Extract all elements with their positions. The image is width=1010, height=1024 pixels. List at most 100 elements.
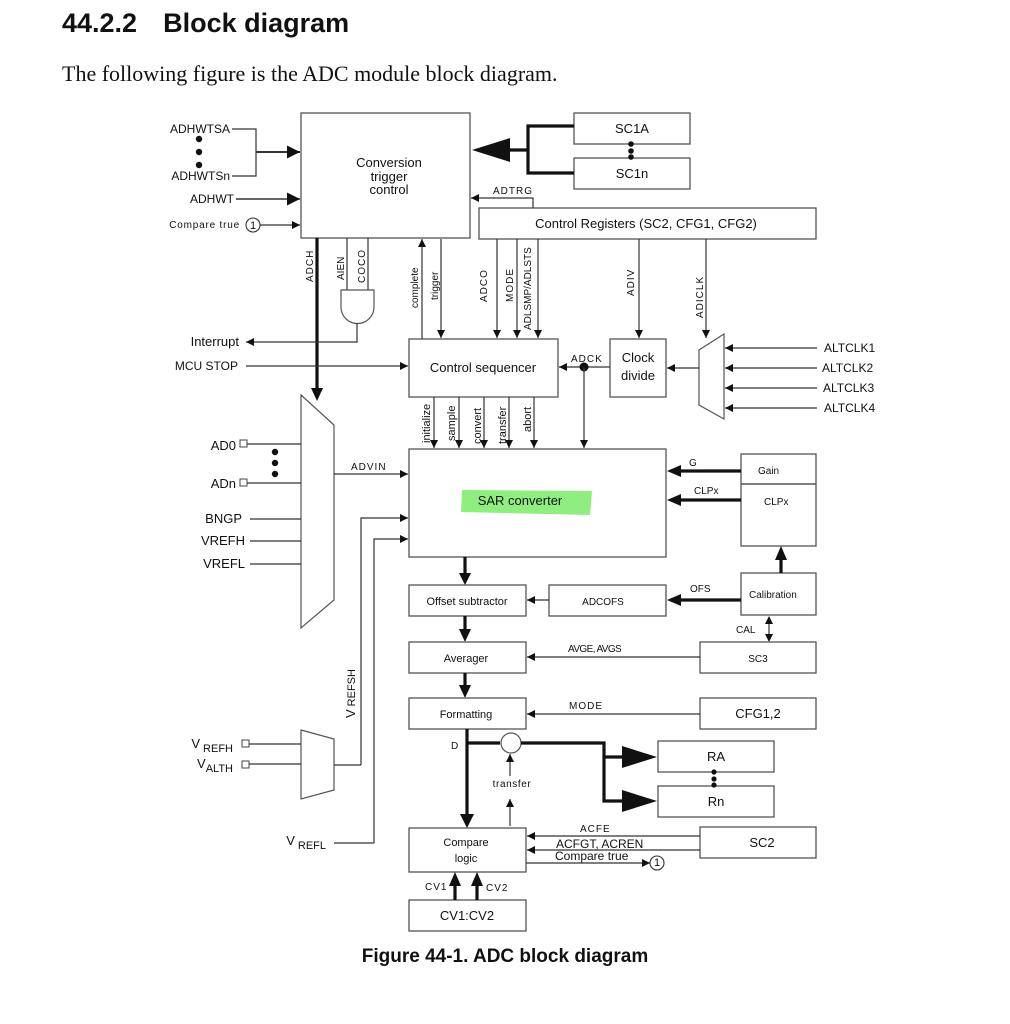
gain-label: Gain bbox=[758, 466, 779, 477]
clock-section: Clock divide ADCK ALTCLK1 ALTCLK2 ALTCLK… bbox=[559, 332, 875, 448]
mode-fmt-label: MODE bbox=[569, 701, 603, 712]
sc2-label: SC2 bbox=[749, 835, 774, 850]
adn-pin-icon bbox=[239, 478, 248, 487]
gain-clpx-block: Gain CLPx G CLPx bbox=[667, 453, 817, 547]
adlsmp-label: ADLSMP/ADLSTS bbox=[523, 247, 534, 330]
sc1-arrow bbox=[472, 138, 510, 162]
control-registers-label: Control Registers (SC2, CFG1, CFG2) bbox=[535, 216, 757, 231]
input-mux: AD0 ADn BNGP VREFH VREFL ADVIN bbox=[201, 393, 408, 630]
conversion-trigger-control-block: Conversion trigger control bbox=[300, 112, 471, 239]
clpx-signal-label: CLPx bbox=[694, 486, 718, 497]
ellipsis-dot bbox=[711, 782, 717, 788]
clock-divide-label-2: divide bbox=[621, 368, 655, 383]
adco-label: ADCO bbox=[479, 269, 490, 302]
vrefsh-label: VREFSH bbox=[343, 669, 358, 718]
sar-converter-label: SAR converter bbox=[478, 493, 563, 508]
vref-mux-icon bbox=[300, 729, 335, 800]
compare-logic-block bbox=[408, 827, 527, 873]
vrefh-pin-icon bbox=[241, 739, 250, 748]
v-refh-pin-label: V REFH bbox=[191, 736, 233, 755]
ellipsis-dot bbox=[195, 148, 203, 156]
figure-caption: Figure 44-1. ADC block diagram bbox=[361, 946, 649, 967]
sar-converter-block: SAR converter bbox=[408, 448, 667, 558]
transfer-signal-label: transfer bbox=[493, 779, 532, 790]
cv1-label: CV1 bbox=[425, 882, 447, 893]
altclk2-label: ALTCLK2 bbox=[822, 361, 873, 375]
compare-logic-section: Compare logic SC2 ACFE ACFGT, ACREN Comp… bbox=[408, 824, 817, 932]
adtrg-label: ADTRG bbox=[493, 186, 533, 197]
rn-arrow bbox=[622, 790, 657, 812]
ad0-label: AD0 bbox=[211, 438, 236, 453]
sc1-registers: SC1A SC1n bbox=[472, 112, 691, 190]
acfe-label: ACFE bbox=[580, 824, 611, 835]
altclk1-label: ALTCLK1 bbox=[824, 341, 875, 355]
initialize-label: initialize bbox=[421, 404, 433, 443]
transfer-label: transfer bbox=[497, 406, 509, 444]
interrupt-label: Interrupt bbox=[191, 334, 240, 349]
trigger-label: trigger bbox=[430, 271, 441, 300]
sc1a-label: SC1A bbox=[615, 121, 649, 136]
control-registers-block: Control Registers (SC2, CFG1, CFG2) ADTR… bbox=[471, 186, 817, 240]
control-sequencer-label: Control sequencer bbox=[430, 360, 537, 375]
calibration-label: Calibration bbox=[749, 590, 797, 601]
ellipsis-dot bbox=[711, 776, 717, 782]
compare-true-out-label: Compare true bbox=[555, 849, 629, 863]
formatting-label: Formatting bbox=[440, 709, 493, 721]
cfg12-label: CFG1,2 bbox=[735, 706, 781, 721]
valth-pin-icon bbox=[241, 760, 250, 769]
coco-label: COCO bbox=[357, 249, 368, 283]
connector-1-out-label: 1 bbox=[654, 857, 660, 869]
vrefl-label: VREFL bbox=[203, 556, 245, 571]
advin-label: ADVIN bbox=[351, 462, 387, 473]
input-mux-icon bbox=[300, 393, 335, 630]
ellipsis-dot bbox=[271, 470, 279, 478]
conversion-trigger-label-3: control bbox=[369, 182, 408, 197]
v-alth-pin-label: VALTH bbox=[197, 756, 233, 775]
g-signal-label: G bbox=[689, 458, 697, 469]
hw-trigger-inputs: ADHWTSA ADHWTSn ADHWT Compare true 1 bbox=[169, 122, 300, 233]
transfer-gate-icon bbox=[500, 732, 522, 754]
compare-true-label: Compare true bbox=[169, 220, 240, 231]
ad0-pin-icon bbox=[239, 439, 248, 448]
adcofs-label: ADCOFS bbox=[582, 597, 624, 608]
adch-label: ADCH bbox=[305, 250, 316, 282]
rn-label: Rn bbox=[708, 794, 725, 809]
altclk3-label: ALTCLK3 bbox=[823, 381, 874, 395]
cv2-label: CV2 bbox=[486, 883, 508, 894]
ra-label: RA bbox=[707, 749, 725, 764]
altclk4-label: ALTCLK4 bbox=[824, 401, 875, 415]
complete-label: complete bbox=[410, 267, 421, 308]
adhwtsa-label: ADHWTSA bbox=[170, 122, 230, 136]
connector-1-label: 1 bbox=[250, 220, 256, 232]
conversion-trigger-label-1: Conversion bbox=[356, 155, 422, 170]
adck-label: ADCK bbox=[571, 354, 603, 365]
adc-block-diagram: Conversion trigger control ADHWTSA ADHWT… bbox=[169, 112, 875, 932]
vref-mux: V REFH VALTH V REFL bbox=[191, 729, 374, 852]
convert-label: convert bbox=[472, 408, 484, 444]
adhwt-label: ADHWT bbox=[190, 192, 235, 206]
calibration-block: Calibration OFS CAL bbox=[667, 546, 817, 642]
and-gate-icon bbox=[340, 289, 375, 325]
compare-logic-label-1: Compare bbox=[443, 837, 488, 849]
ra-arrow bbox=[622, 746, 657, 768]
aien-label: AIEN bbox=[336, 257, 347, 280]
control-sequencer-block: Control sequencer bbox=[408, 338, 559, 398]
ellipsis-dot bbox=[628, 141, 634, 147]
ellipsis-dot bbox=[271, 459, 279, 467]
adiclk-label: ADICLK bbox=[695, 276, 706, 318]
sc1n-label: SC1n bbox=[616, 166, 649, 181]
compare-logic-label-2: logic bbox=[455, 853, 478, 865]
abort-label: abort bbox=[522, 407, 534, 432]
sc3-label: SC3 bbox=[748, 654, 768, 665]
result-section: D RA Rn transfer bbox=[451, 729, 775, 828]
v-refl-pin-label: V REFL bbox=[286, 833, 326, 852]
averager-label: Averager bbox=[444, 653, 489, 665]
sequencer-outputs: initialize sample convert transfer abort bbox=[421, 397, 538, 448]
ofs-label: OFS bbox=[690, 584, 711, 595]
ellipsis-dot bbox=[628, 148, 634, 154]
vrefh-label: VREFH bbox=[201, 533, 245, 548]
adhwtsn-label: ADHWTSn bbox=[171, 169, 230, 183]
sample-label: sample bbox=[446, 406, 458, 441]
mode-label: MODE bbox=[505, 268, 516, 302]
adn-label: ADn bbox=[211, 476, 236, 491]
